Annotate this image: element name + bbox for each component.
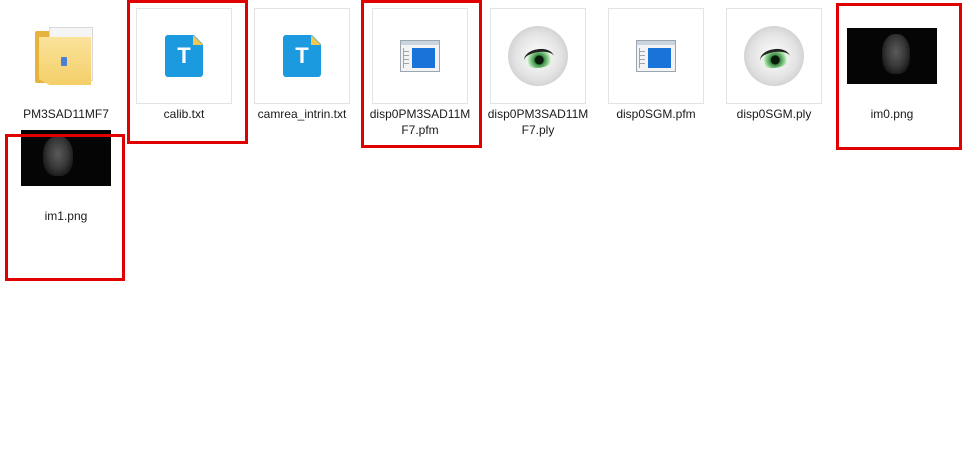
image-thumbnail <box>18 110 114 206</box>
text-file-icon: T <box>254 8 350 104</box>
file-name: calib.txt <box>163 107 205 121</box>
image-thumbnail <box>844 8 940 104</box>
file-name: disp0PM3SAD11MF7.ply <box>487 107 589 137</box>
window-file-icon <box>372 8 468 104</box>
text-file-icon: T <box>136 8 232 104</box>
folder-icon <box>18 8 114 104</box>
window-file-icon <box>608 8 704 104</box>
file-name: disp0SGM.pfm <box>616 107 696 121</box>
file-name: disp0SGM.ply <box>736 107 812 121</box>
file-name: camrea_intrin.txt <box>257 107 347 121</box>
eye-viewer-icon <box>490 8 586 104</box>
file-view: PM3SAD11MF7 T calib.txt T camrea_intrin.… <box>0 0 963 469</box>
file-name: im1.png <box>44 209 88 223</box>
eye-viewer-icon <box>726 8 822 104</box>
file-name: disp0PM3SAD11MF7.pfm <box>369 107 471 137</box>
file-name: im0.png <box>870 107 914 121</box>
